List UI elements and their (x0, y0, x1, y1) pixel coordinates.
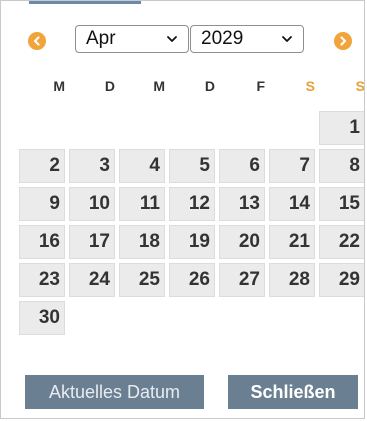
day-cell[interactable]: 16 (19, 225, 65, 259)
day-cell[interactable]: 24 (69, 263, 115, 297)
day-cell[interactable]: 9 (19, 187, 65, 221)
day-cell[interactable]: 28 (269, 263, 315, 297)
day-cell[interactable]: 18 (119, 225, 165, 259)
today-button[interactable]: Aktuelles Datum (25, 375, 204, 409)
day-cell[interactable]: 21 (269, 225, 315, 259)
day-cell[interactable]: 26 (169, 263, 215, 297)
day-cell[interactable]: 30 (19, 301, 65, 335)
day-cell[interactable]: 1 (319, 111, 364, 145)
day-cell[interactable]: 11 (119, 187, 165, 221)
day-cell[interactable]: 3 (69, 149, 115, 183)
day-cell[interactable]: 20 (219, 225, 265, 259)
day-cell[interactable]: 17 (69, 225, 115, 259)
day-cell[interactable]: 8 (319, 149, 364, 183)
day-cell[interactable]: 12 (169, 187, 215, 221)
day-cell[interactable]: 14 (269, 187, 315, 221)
day-cell[interactable]: 22 (319, 225, 364, 259)
day-cell[interactable]: 5 (169, 149, 215, 183)
day-cell[interactable]: 6 (219, 149, 265, 183)
day-cell[interactable]: 7 (269, 149, 315, 183)
datepicker: Apr 2029 MDMDFSS 1 2 3 4 5 6 7 8 9 10 11 12 13 14 15 16… (0, 0, 365, 419)
day-cell[interactable]: 19 (169, 225, 215, 259)
day-grid: 1 2 3 4 5 6 7 8 9 10 11 12 13 14 15 16 17 18 19 20 21 22 23 24 2… (1, 1, 364, 418)
day-cell[interactable]: 13 (219, 187, 265, 221)
close-button[interactable]: Schließen (228, 375, 358, 409)
day-cell[interactable]: 4 (119, 149, 165, 183)
day-cell[interactable]: 25 (119, 263, 165, 297)
day-cell[interactable]: 27 (219, 263, 265, 297)
day-cell[interactable]: 15 (319, 187, 364, 221)
day-cell[interactable]: 10 (69, 187, 115, 221)
day-cell[interactable]: 29 (319, 263, 364, 297)
day-cell[interactable]: 23 (19, 263, 65, 297)
day-cell[interactable]: 2 (19, 149, 65, 183)
